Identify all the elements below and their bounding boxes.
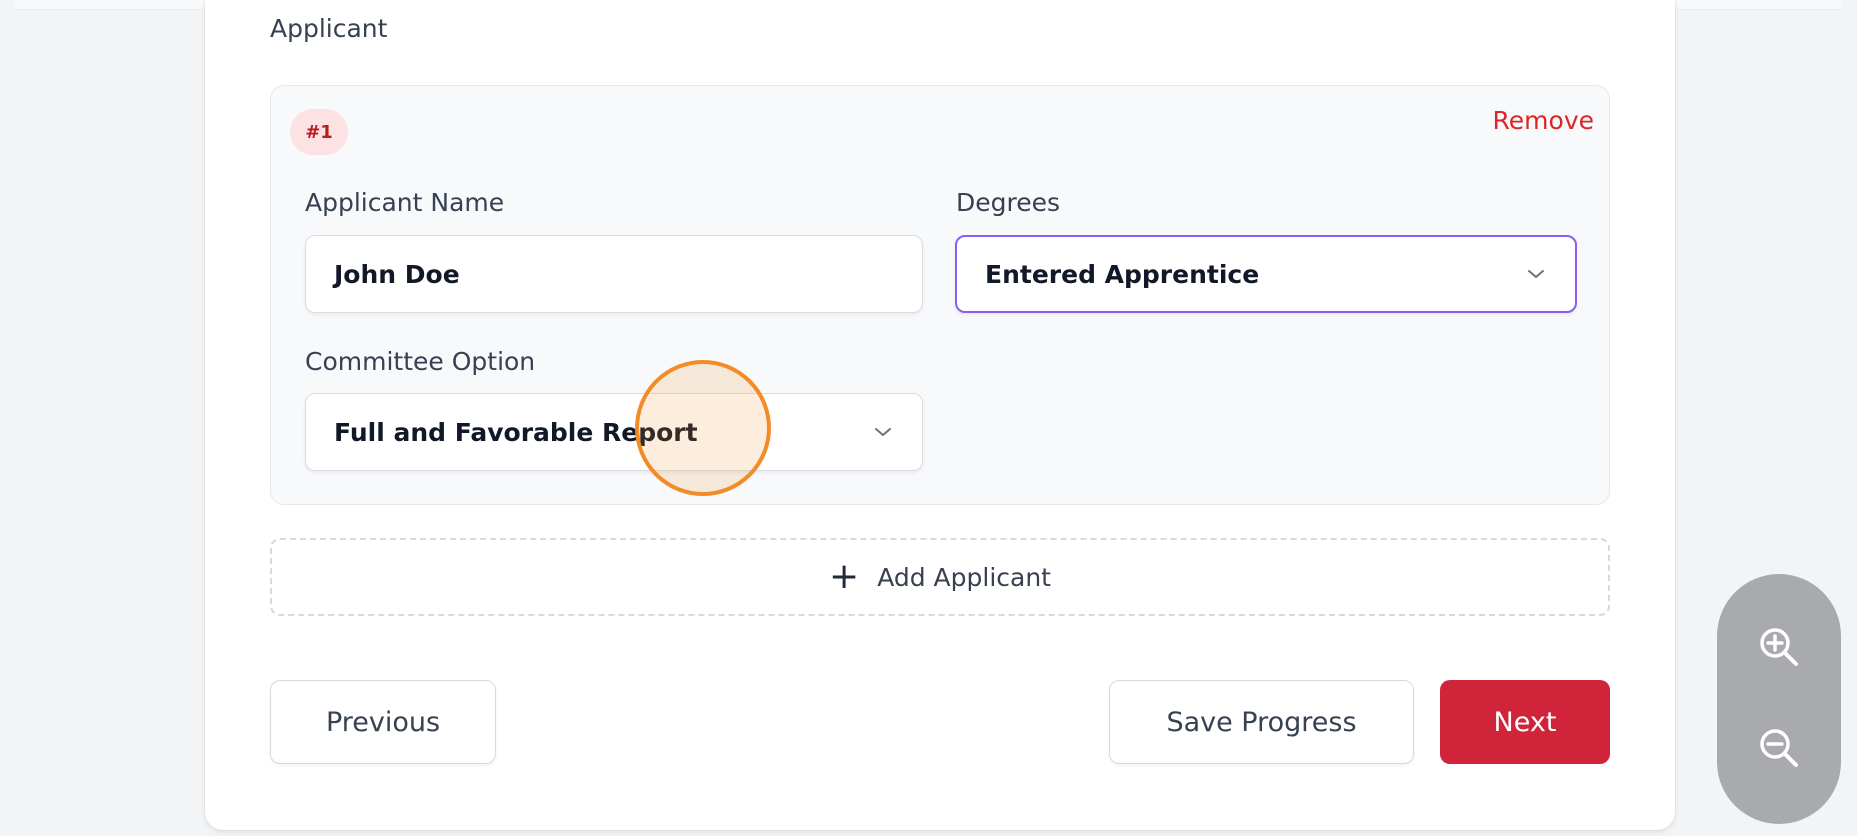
zoom-controls: [1717, 574, 1841, 824]
section-title: Applicant: [270, 14, 388, 43]
applicant-name-input[interactable]: John Doe: [305, 235, 923, 313]
zoom-out-button[interactable]: [1749, 720, 1809, 780]
next-button-label: Next: [1493, 706, 1557, 738]
committee-option-value: Full and Favorable Report: [334, 417, 698, 447]
degrees-value: Entered Apprentice: [985, 259, 1260, 289]
zoom-in-icon: [1755, 623, 1803, 675]
applicant-number-badge: #1: [290, 109, 348, 155]
degrees-select[interactable]: Entered Apprentice: [955, 235, 1577, 313]
applicant-name-label: Applicant Name: [305, 188, 505, 217]
zoom-out-icon: [1755, 724, 1803, 776]
committee-option-label: Committee Option: [305, 347, 536, 376]
zoom-in-button[interactable]: [1749, 619, 1809, 679]
degrees-label: Degrees: [956, 188, 1061, 217]
save-progress-button[interactable]: Save Progress: [1109, 680, 1414, 764]
previous-button[interactable]: Previous: [270, 680, 496, 764]
add-applicant-label: Add Applicant: [877, 562, 1051, 592]
previous-button-label: Previous: [325, 706, 441, 738]
add-applicant-button[interactable]: + Add Applicant: [270, 538, 1610, 616]
plus-icon: +: [829, 556, 860, 597]
chevron-down-icon: [1525, 263, 1547, 285]
applicant-name-value: John Doe: [334, 259, 460, 289]
committee-option-select[interactable]: Full and Favorable Report: [305, 393, 923, 471]
remove-applicant-link[interactable]: Remove: [1470, 106, 1594, 135]
next-button[interactable]: Next: [1440, 680, 1610, 764]
save-progress-label: Save Progress: [1166, 706, 1357, 738]
chevron-down-icon: [872, 421, 894, 443]
